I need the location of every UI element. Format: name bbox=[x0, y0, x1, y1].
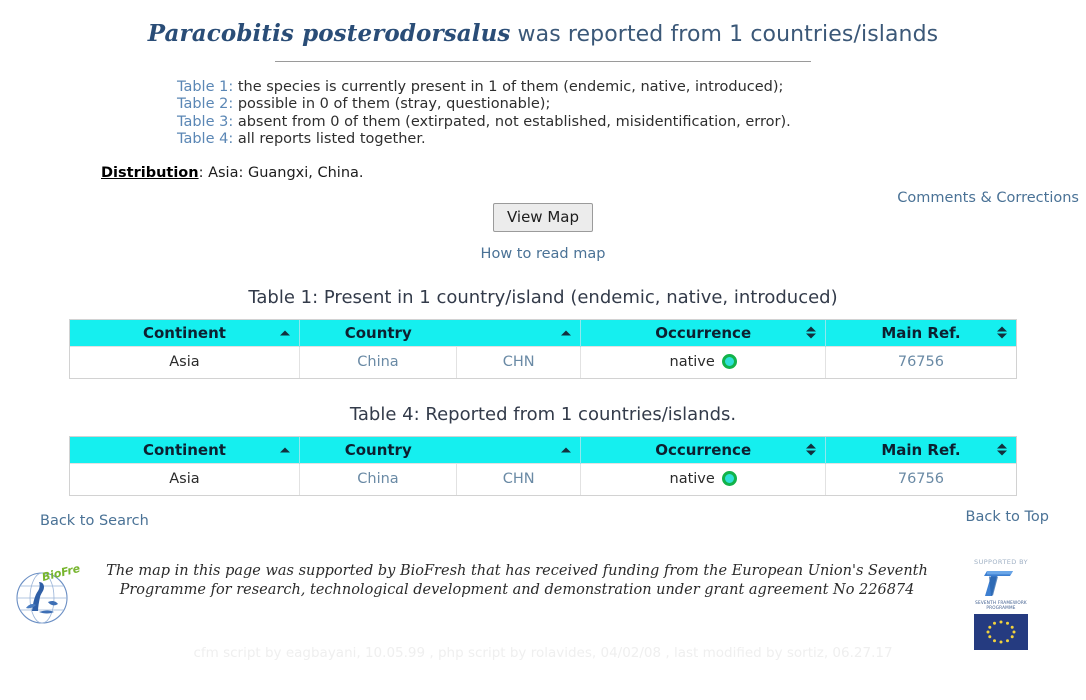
back-to-top-link[interactable]: Back to Top bbox=[966, 509, 1049, 525]
table-2-link[interactable]: Table 2: bbox=[177, 96, 233, 112]
cell-main-ref[interactable]: 76756 bbox=[825, 463, 1016, 495]
column-header-continent[interactable]: Continent bbox=[70, 436, 300, 464]
table-4-caption: Table 4: Reported from 1 countries/islan… bbox=[349, 403, 737, 425]
cell-country-code[interactable]: CHN bbox=[456, 346, 582, 378]
page-title-suffix: was reported from 1 countries/islands bbox=[510, 22, 939, 47]
column-header-main-ref[interactable]: Main Ref. bbox=[825, 319, 1016, 347]
funding-statement: The map in this page was supported by Bi… bbox=[106, 563, 928, 598]
table-1-container: Continent Country Occurrence Main Ref. A… bbox=[69, 318, 1017, 379]
column-header-country-label: Country bbox=[344, 323, 412, 342]
column-header-country-code[interactable] bbox=[456, 436, 582, 464]
view-map-button[interactable]: View Map bbox=[492, 202, 594, 232]
sort-both-icon[interactable] bbox=[805, 326, 816, 339]
column-header-country[interactable]: Country bbox=[299, 436, 457, 464]
biofresh-logo: BioFresh bbox=[10, 558, 96, 626]
table-summary-item-4: Table 4: all reports listed together. bbox=[177, 131, 1086, 148]
table-summary-item-1: Table 1: the species is currently presen… bbox=[177, 79, 1086, 96]
table-4-link[interactable]: Table 4: bbox=[177, 131, 233, 147]
table-1-text: the species is currently present in 1 of… bbox=[233, 79, 784, 95]
column-header-main-ref-label: Main Ref. bbox=[881, 440, 961, 459]
cell-country[interactable]: China bbox=[299, 463, 458, 495]
table-header-row: Continent Country Occurrence Main Ref. bbox=[70, 436, 1016, 464]
cell-country-code[interactable]: CHN bbox=[456, 463, 582, 495]
comments-and-corrections-link[interactable]: Comments & Corrections bbox=[897, 190, 1079, 206]
sort-ascending-icon[interactable] bbox=[561, 443, 572, 456]
table-4-text: all reports listed together. bbox=[233, 131, 426, 148]
table-4-container: Continent Country Occurrence Main Ref. A… bbox=[69, 435, 1017, 496]
cell-country[interactable]: China bbox=[299, 346, 458, 378]
distribution-table-4: Continent Country Occurrence Main Ref. A… bbox=[70, 436, 1016, 495]
sort-ascending-icon[interactable] bbox=[561, 326, 572, 339]
column-header-occurrence-label: Occurrence bbox=[655, 323, 752, 342]
page-footer: BioFresh The map in this page was suppor… bbox=[0, 556, 1086, 650]
column-header-main-ref[interactable]: Main Ref. bbox=[825, 436, 1016, 464]
eu-funding-block: SUPPORTED BY SEVENTH FRAMEWORK PROGRAMME bbox=[961, 558, 1041, 650]
table-1-link[interactable]: Table 1: bbox=[177, 79, 233, 95]
sort-both-icon[interactable] bbox=[805, 443, 816, 456]
sort-both-icon[interactable] bbox=[997, 326, 1007, 339]
cell-occurrence-label: native bbox=[669, 471, 715, 488]
cell-occurrence: native bbox=[580, 463, 826, 495]
table-summary-item-3: Table 3: absent from 0 of them (extirpat… bbox=[177, 114, 1086, 131]
supported-by-label: SUPPORTED BY bbox=[974, 558, 1028, 566]
table-header-row: Continent Country Occurrence Main Ref. bbox=[70, 319, 1016, 347]
page-title: Paracobitis posterodorsalus was reported… bbox=[0, 0, 1086, 47]
table-2-text: possible in 0 of them (stray, questionab… bbox=[233, 96, 551, 113]
table-3-text: absent from 0 of them (extirpated, not e… bbox=[233, 113, 791, 130]
table-summary-item-2: Table 2: possible in 0 of them (stray, q… bbox=[177, 96, 1086, 113]
table-row: Asia China CHN native 76756 bbox=[70, 463, 1016, 495]
map-controls: View Map How to read map bbox=[0, 202, 1086, 262]
species-name: Paracobitis posterodorsalus bbox=[147, 20, 511, 47]
column-header-country[interactable]: Country bbox=[299, 319, 457, 347]
green-ring-icon bbox=[721, 471, 737, 487]
cell-occurrence: native bbox=[580, 346, 826, 378]
sort-ascending-icon[interactable] bbox=[279, 326, 290, 339]
distribution-line: Distribution: Asia: Guangxi, China. bbox=[101, 165, 1086, 181]
cell-continent: Asia bbox=[70, 463, 300, 495]
title-divider bbox=[275, 61, 811, 62]
column-header-main-ref-label: Main Ref. bbox=[881, 323, 961, 342]
column-header-continent-label: Continent bbox=[142, 440, 226, 459]
column-header-continent-label: Continent bbox=[142, 323, 226, 342]
table-3-link[interactable]: Table 3: bbox=[177, 114, 233, 130]
sort-ascending-icon[interactable] bbox=[279, 443, 290, 456]
green-ring-icon bbox=[721, 354, 737, 370]
column-header-occurrence-label: Occurrence bbox=[655, 440, 752, 459]
fp7-logo bbox=[975, 567, 1027, 599]
cell-main-ref[interactable]: 76756 bbox=[825, 346, 1016, 378]
how-to-read-map-link[interactable]: How to read map bbox=[481, 246, 606, 262]
column-header-country-code[interactable] bbox=[456, 319, 582, 347]
column-header-occurrence[interactable]: Occurrence bbox=[580, 319, 826, 347]
table-1-caption: Table 1: Present in 1 country/island (en… bbox=[248, 286, 838, 308]
column-header-country-label: Country bbox=[344, 440, 412, 459]
script-credits: cfm script by eagbayani, 10.05.99 , php … bbox=[193, 645, 893, 661]
distribution-value: : Asia: Guangxi, China. bbox=[198, 164, 364, 181]
sort-both-icon[interactable] bbox=[997, 443, 1007, 456]
back-to-search-link[interactable]: Back to Search bbox=[40, 513, 149, 529]
page-header: Paracobitis posterodorsalus was reported… bbox=[0, 0, 1086, 62]
column-header-occurrence[interactable]: Occurrence bbox=[580, 436, 826, 464]
distribution-table-1: Continent Country Occurrence Main Ref. A… bbox=[70, 319, 1016, 378]
table-summary-list: Table 1: the species is currently presen… bbox=[177, 79, 1086, 149]
cell-occurrence-label: native bbox=[669, 354, 715, 371]
table-row: Asia China CHN native 76756 bbox=[70, 346, 1016, 378]
column-header-continent[interactable]: Continent bbox=[70, 319, 300, 347]
page-navigation: Back to Search Back to Top bbox=[0, 509, 1086, 535]
fp7-caption: SEVENTH FRAMEWORK PROGRAMME bbox=[975, 600, 1027, 610]
cell-continent: Asia bbox=[70, 346, 300, 378]
distribution-label: Distribution bbox=[101, 164, 199, 181]
